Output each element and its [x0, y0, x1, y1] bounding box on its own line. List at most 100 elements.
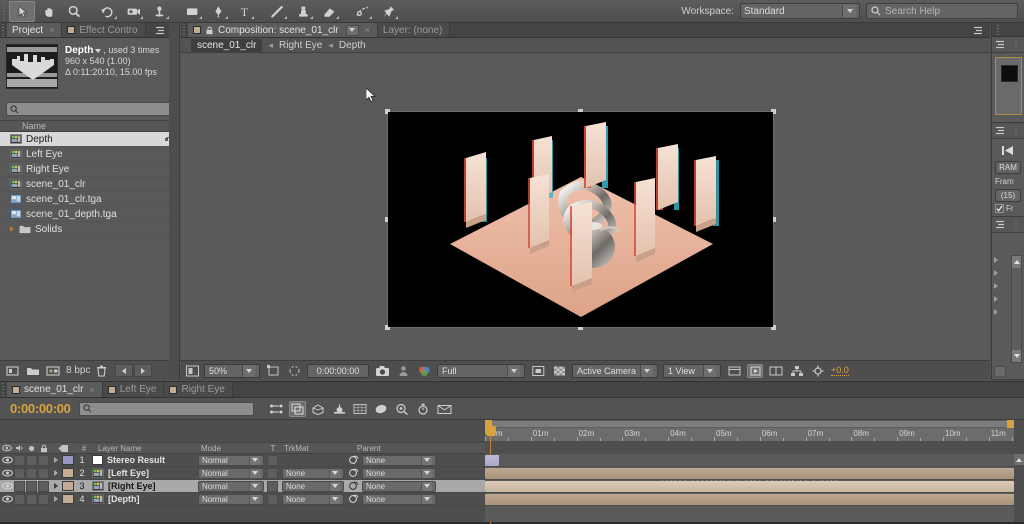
region-of-interest-icon[interactable] — [265, 364, 281, 378]
layer-duration-bar[interactable] — [485, 455, 499, 466]
layer-expand-toggle[interactable] — [50, 467, 62, 480]
shape-tool[interactable] — [179, 1, 205, 22]
toolbar-grip[interactable] — [0, 0, 9, 23]
tab-project[interactable]: Project × — [7, 23, 62, 37]
pen-tool[interactable] — [205, 1, 231, 22]
timeline-ruler[interactable]: 00m01m02m03m04m05m06m07m08m09m10m11m — [485, 420, 1014, 442]
close-icon[interactable]: × — [365, 25, 370, 35]
work-area-bar[interactable] — [485, 420, 1014, 428]
layer-label-color[interactable] — [62, 494, 74, 504]
preserve-transparency-toggle[interactable] — [267, 481, 278, 492]
pan-behind-tool[interactable] — [146, 1, 172, 22]
camera-tool[interactable] — [120, 1, 146, 22]
channel-select-icon[interactable] — [416, 364, 432, 378]
hand-tool[interactable] — [35, 1, 61, 22]
view-layout-select[interactable]: 1 View — [663, 364, 721, 378]
new-comp-icon[interactable] — [6, 365, 20, 377]
preview-first-frame-button[interactable] — [995, 143, 1021, 159]
eye-icon[interactable] — [2, 495, 13, 503]
rail-grip[interactable] — [995, 24, 1002, 35]
layer-row[interactable]: 3[Right Eye]NormalNoneNone — [0, 480, 485, 493]
color-swatch-box[interactable] — [995, 57, 1022, 115]
exposure-value[interactable]: +0.0 — [831, 365, 849, 376]
type-tool[interactable]: T — [231, 1, 257, 22]
comp-tab-dropdown[interactable] — [346, 25, 359, 36]
rail-tab-top[interactable] — [992, 23, 1024, 37]
eraser-tool[interactable] — [316, 1, 342, 22]
close-icon[interactable]: × — [89, 385, 94, 395]
disclosure-triangle-icon[interactable] — [994, 309, 998, 315]
track-row[interactable] — [485, 493, 1014, 506]
render-queue-icon[interactable] — [436, 401, 453, 417]
layer-parent-select[interactable]: None — [362, 468, 436, 479]
panel-menu-icon[interactable] — [996, 126, 1007, 135]
tab-layer[interactable]: Layer: (none) — [378, 23, 450, 37]
layer-trkmat-select[interactable]: None — [282, 468, 344, 479]
project-tab-grip[interactable] — [0, 23, 7, 37]
audio-toggle[interactable] — [14, 468, 25, 479]
toggle-transparency-grid-icon[interactable] — [551, 364, 567, 378]
workspace-select[interactable]: Standard — [740, 3, 860, 19]
video-toggle[interactable] — [0, 456, 14, 464]
layer-trkmat-select[interactable]: None — [282, 481, 344, 492]
roto-brush-tool[interactable] — [349, 1, 375, 22]
timeline-tab[interactable]: Left Eye — [103, 382, 165, 397]
layer-expand-toggle[interactable] — [50, 493, 62, 506]
rail-grip[interactable] — [1013, 39, 1020, 50]
pixel-aspect-correction-icon[interactable] — [726, 364, 742, 378]
region-interest-toggle-icon[interactable] — [530, 364, 546, 378]
project-item[interactable]: Solids — [0, 222, 179, 237]
search-effect-icon[interactable] — [394, 401, 411, 417]
effects-scrollbar[interactable] — [1011, 255, 1022, 363]
work-area-end-handle[interactable] — [1007, 420, 1014, 428]
panel-menu-icon[interactable] — [996, 40, 1007, 49]
motion-blur-icon[interactable] — [331, 401, 348, 417]
brush-tool[interactable] — [264, 1, 290, 22]
delete-icon[interactable] — [96, 365, 107, 377]
comp-tab-grip[interactable] — [181, 23, 188, 37]
lock-toggle[interactable] — [38, 481, 49, 492]
stopwatch-icon[interactable] — [415, 401, 432, 417]
tab-effect-controls[interactable]: Effect Contro — [62, 23, 145, 37]
lock-icon[interactable] — [205, 26, 214, 35]
timeline-tab-grip[interactable] — [0, 382, 7, 397]
lock-toggle[interactable] — [38, 468, 49, 479]
selection-tool[interactable] — [9, 1, 35, 22]
layer-trkmat-select[interactable]: None — [282, 494, 344, 505]
eye-icon[interactable] — [2, 482, 13, 490]
solo-toggle[interactable] — [26, 468, 37, 479]
lock-toggle[interactable] — [38, 494, 49, 505]
effects-footer-button[interactable] — [994, 366, 1006, 377]
comp-panel-menu[interactable] — [969, 23, 990, 37]
bit-depth-label[interactable]: 8 bpc — [66, 365, 90, 376]
eye-icon[interactable] — [2, 469, 13, 477]
disclosure-triangle-icon[interactable] — [994, 257, 998, 263]
audio-toggle[interactable] — [14, 455, 25, 466]
full-screen-checkbox[interactable]: Fr — [995, 204, 1021, 213]
project-item[interactable]: Depth — [0, 132, 179, 147]
video-toggle[interactable] — [0, 495, 14, 503]
video-toggle[interactable] — [0, 482, 14, 490]
foreground-color-swatch[interactable] — [1001, 65, 1018, 82]
clone-stamp-tool[interactable] — [290, 1, 316, 22]
solo-toggle[interactable] — [26, 481, 37, 492]
layer-row[interactable]: 4[Depth]NormalNoneNone — [0, 493, 485, 506]
frame-rate-value[interactable]: (15) — [995, 189, 1021, 202]
project-item[interactable]: scene_01_depth.tga — [0, 207, 179, 222]
rail-grip[interactable] — [1013, 219, 1020, 230]
project-settings-icon[interactable] — [46, 365, 60, 377]
resolution-select[interactable]: Full — [437, 364, 525, 378]
solo-toggle[interactable] — [26, 494, 37, 505]
timeline-vertical-scrollbar[interactable] — [1014, 454, 1024, 522]
project-item[interactable]: scene_01_clr.tga — [0, 192, 179, 207]
layer-row[interactable]: 2[Left Eye]NormalNoneNone — [0, 467, 485, 480]
parent-pickwhip[interactable] — [344, 480, 362, 493]
timeline-link-icon[interactable] — [768, 364, 784, 378]
tab-composition[interactable]: Composition: scene_01_clr × — [188, 23, 378, 37]
layer-mode-select[interactable]: Normal — [198, 455, 264, 466]
project-search-input[interactable] — [6, 102, 173, 116]
viewer-timecode[interactable]: 0:00:00:00 — [307, 364, 369, 378]
disclosure-triangle-icon[interactable] — [994, 296, 998, 302]
panel-menu-icon[interactable] — [996, 220, 1007, 229]
graph-editor-icon[interactable] — [352, 401, 369, 417]
